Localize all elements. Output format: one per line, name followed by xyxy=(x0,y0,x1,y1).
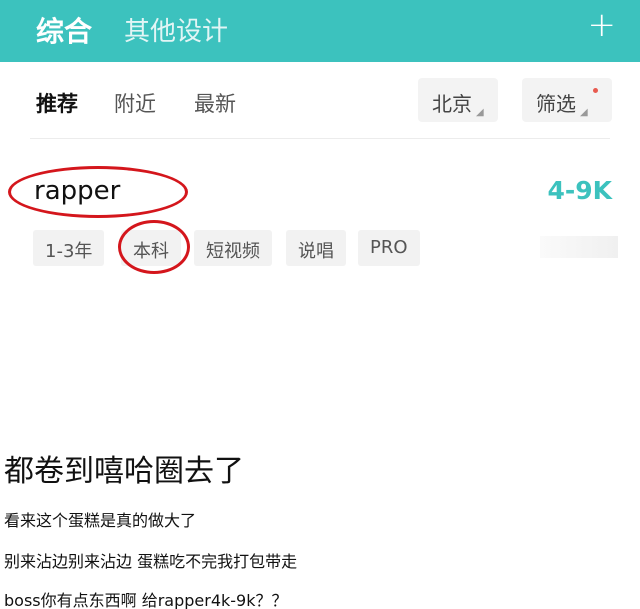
tag-short-video: 短视频 xyxy=(194,230,272,266)
caption-headline: 都卷到嘻哈圈去了 xyxy=(4,454,244,489)
tab-recommended[interactable]: 推荐 xyxy=(36,88,78,118)
top-bar: 综合 其他设计 + xyxy=(0,0,640,62)
tab-latest[interactable]: 最新 xyxy=(194,88,236,118)
tag-experience: 1-3年 xyxy=(33,230,105,266)
tab-other-design[interactable]: 其他设计 xyxy=(124,11,228,48)
tab-nearby[interactable]: 附近 xyxy=(114,88,156,118)
caption-line: boss你有点东西啊 给rapper4k-9k？？ xyxy=(4,591,288,609)
corner-triangle-icon: ◢ xyxy=(476,107,484,118)
annotation-circle-degree xyxy=(118,220,190,274)
notification-dot xyxy=(592,88,598,93)
filter-label: 筛选 xyxy=(536,92,576,116)
salary: 4-9K xyxy=(547,176,612,205)
tag-rap: 说唱 xyxy=(286,230,346,266)
city-selector[interactable]: 北京 ◢ xyxy=(418,78,498,122)
filter-bar: 推荐 附近 最新 北京 ◢ 筛选 ◢ xyxy=(0,62,640,140)
caption-line: 看来这个蛋糕是真的做大了 xyxy=(4,511,197,530)
tab-all[interactable]: 综合 xyxy=(36,10,92,50)
city-label: 北京 xyxy=(432,92,472,116)
tag-pro: PRO xyxy=(358,230,420,266)
filter-button[interactable]: 筛选 ◢ xyxy=(522,78,612,122)
annotation-circle-title xyxy=(8,166,188,218)
caption-line: 别来沾边别来沾边 蛋糕吃不完我打包带走 xyxy=(4,552,298,571)
divider xyxy=(30,138,610,139)
add-icon[interactable]: + xyxy=(588,8,617,42)
faded-company-logo xyxy=(540,236,618,258)
corner-triangle-icon: ◢ xyxy=(580,107,588,118)
